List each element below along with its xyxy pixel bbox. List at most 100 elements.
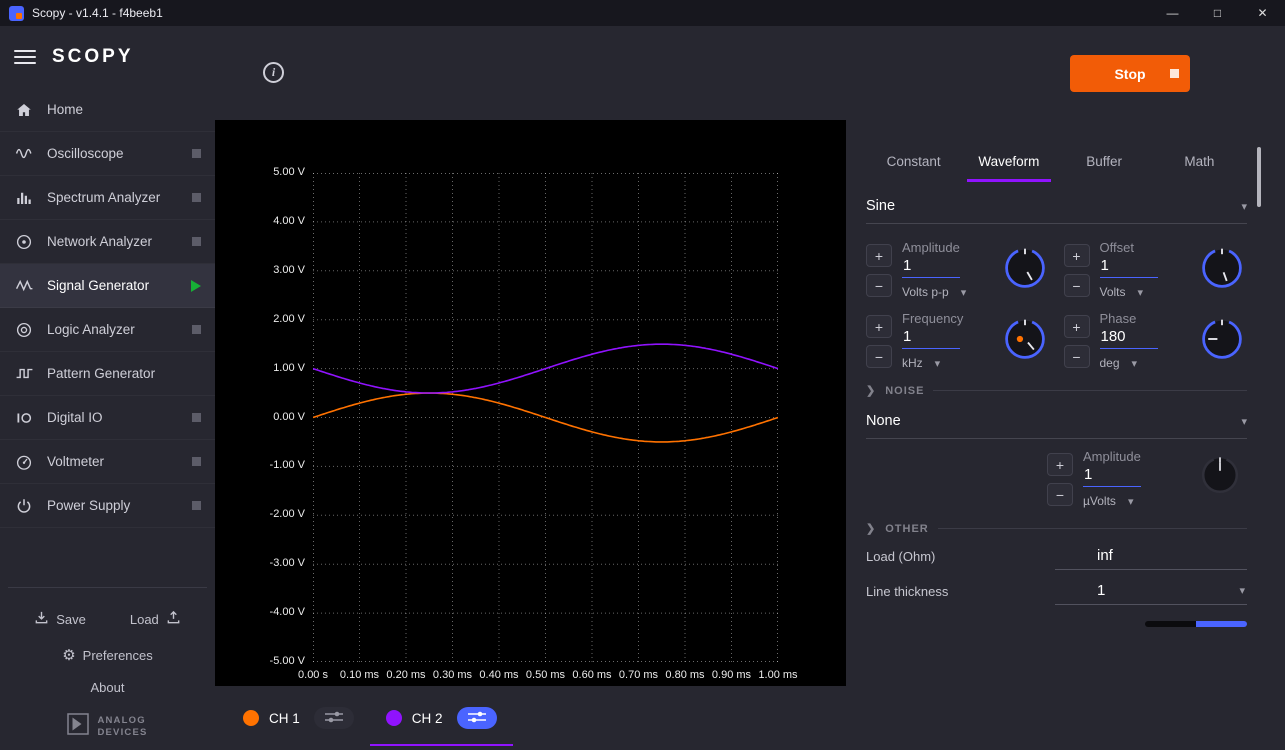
- sidebar-item-network-analyzer[interactable]: Network Analyzer: [0, 220, 215, 264]
- sidebar-item-signal-generator[interactable]: Signal Generator: [0, 264, 215, 308]
- frequency-knob[interactable]: [1002, 311, 1050, 367]
- oscilloscope-plot[interactable]: 5.00 V4.00 V3.00 V2.00 V1.00 V0.00 V-1.0…: [215, 120, 846, 686]
- sidebar-item-spectrum-analyzer[interactable]: Spectrum Analyzer: [0, 176, 215, 220]
- tab-constant[interactable]: Constant: [866, 140, 961, 182]
- phase-label: Phase: [1100, 311, 1192, 326]
- tab-math[interactable]: Math: [1152, 140, 1247, 182]
- phase-increment-button[interactable]: +: [1064, 315, 1090, 338]
- chevron-down-icon: ▾: [1239, 584, 1245, 597]
- close-button[interactable]: ✕: [1240, 0, 1285, 26]
- frequency-increment-button[interactable]: +: [866, 315, 892, 338]
- offset-knob[interactable]: [1199, 240, 1247, 296]
- sidebar-item-pattern-generator[interactable]: Pattern Generator: [0, 352, 215, 396]
- sidebar-item-voltmeter[interactable]: Voltmeter: [0, 440, 215, 484]
- channel-ch-1[interactable]: CH 1: [227, 686, 370, 750]
- slider-thumb: [1196, 621, 1247, 627]
- tool-stopped-indicator-icon: [192, 457, 201, 466]
- offset-unit-select[interactable]: Volts▾: [1100, 285, 1192, 299]
- gear-icon: ⚙: [62, 646, 75, 664]
- other-section-label: OTHER: [885, 523, 929, 535]
- load-label: Load: [130, 612, 159, 627]
- waveform-type-select[interactable]: Sine ▾: [866, 198, 1247, 224]
- amplitude-decrement-button[interactable]: −: [866, 274, 892, 297]
- channel-bar: CH 1CH 2: [215, 686, 846, 750]
- sidebar-item-label: Pattern Generator: [47, 366, 155, 381]
- sidebar-item-label: Logic Analyzer: [47, 322, 135, 337]
- noise-amplitude-increment-button[interactable]: +: [1047, 453, 1073, 476]
- load-ohm-field[interactable]: inf: [1055, 547, 1247, 570]
- amplitude-knob[interactable]: [1002, 240, 1050, 296]
- noise-amplitude-label: Amplitude: [1083, 449, 1191, 464]
- preferences-label: Preferences: [83, 648, 153, 663]
- stop-button[interactable]: Stop: [1070, 55, 1190, 92]
- noise-amplitude-steppers: +−: [1047, 449, 1075, 506]
- noise-section-header[interactable]: ❯ NOISE: [866, 384, 1247, 397]
- channel-ch-2[interactable]: CH 2: [370, 686, 513, 750]
- noise-amplitude-value-input[interactable]: 1: [1083, 464, 1141, 487]
- x-axis-tick-label: 0.80 ms: [661, 669, 709, 681]
- about-button[interactable]: About: [0, 680, 215, 695]
- offset-steppers: +−: [1064, 240, 1092, 297]
- phase-unit-select[interactable]: deg▾: [1100, 356, 1192, 370]
- tool-stopped-indicator-icon: [192, 413, 201, 422]
- y-axis-tick-label: -3.00 V: [215, 557, 305, 569]
- sidebar-item-digital-io[interactable]: Digital IO: [0, 396, 215, 440]
- x-axis-tick-label: 0.70 ms: [615, 669, 663, 681]
- noise-type-value: None: [866, 413, 901, 429]
- maximize-button[interactable]: □: [1195, 0, 1240, 26]
- stop-state-square-icon: [1170, 69, 1179, 78]
- phase-decrement-button[interactable]: −: [1064, 345, 1090, 368]
- load-button[interactable]: Load: [130, 610, 181, 628]
- line-thickness-select[interactable]: 1 ▾: [1055, 582, 1247, 605]
- load-icon: [166, 610, 181, 628]
- info-icon[interactable]: i: [263, 62, 284, 83]
- sidebar-item-oscilloscope[interactable]: Oscilloscope: [0, 132, 215, 176]
- amplitude-control: +−Amplitude1Volts p-p▾: [866, 240, 1050, 299]
- save-label: Save: [56, 612, 86, 627]
- sidebar-menu: HomeOscilloscopeSpectrum AnalyzerNetwork…: [0, 88, 215, 528]
- noise-amplitude-decrement-button[interactable]: −: [1047, 483, 1073, 506]
- channel-settings-toggle[interactable]: [314, 707, 354, 729]
- tab-waveform[interactable]: Waveform: [961, 140, 1056, 182]
- save-icon: [34, 610, 49, 628]
- plot-grid: [313, 173, 778, 662]
- phase-value-input[interactable]: 180: [1100, 326, 1158, 349]
- sidebar-item-power-supply[interactable]: Power Supply: [0, 484, 215, 528]
- frequency-unit-select[interactable]: kHz▾: [902, 356, 994, 370]
- panel-scrollbar[interactable]: [1257, 147, 1261, 207]
- offset-value-input[interactable]: 1: [1100, 255, 1158, 278]
- phase-knob[interactable]: [1199, 311, 1247, 367]
- sidebar-item-home[interactable]: Home: [0, 88, 215, 132]
- digital-io-icon: [14, 408, 34, 428]
- x-axis-tick-label: 0.00 s: [289, 669, 337, 681]
- offset-control: +−Offset1Volts▾: [1064, 240, 1248, 299]
- noise-amplitude-knob[interactable]: [1199, 449, 1247, 501]
- title-bar[interactable]: Scopy - v1.4.1 - f4beeb1 — □ ✕: [0, 0, 1285, 26]
- frequency-value-input[interactable]: 1: [902, 326, 960, 349]
- offset-decrement-button[interactable]: −: [1064, 274, 1090, 297]
- noise-type-select[interactable]: None ▾: [866, 413, 1247, 439]
- tab-buffer[interactable]: Buffer: [1057, 140, 1152, 182]
- amplitude-value-input[interactable]: 1: [902, 255, 960, 278]
- noise-amplitude-unit-select[interactable]: µVolts▾: [1083, 494, 1191, 508]
- preferences-button[interactable]: ⚙ Preferences: [0, 646, 215, 664]
- offset-increment-button[interactable]: +: [1064, 244, 1090, 267]
- amplitude-unit-select[interactable]: Volts p-p▾: [902, 285, 994, 299]
- logic-analyzer-icon: [14, 320, 34, 340]
- waveform-type-value: Sine: [866, 198, 895, 214]
- channel-settings-toggle[interactable]: [457, 707, 497, 729]
- amplitude-increment-button[interactable]: +: [866, 244, 892, 267]
- minimize-button[interactable]: —: [1150, 0, 1195, 26]
- hamburger-menu-icon[interactable]: [14, 50, 36, 64]
- spectrum-icon: [14, 188, 34, 208]
- frequency-decrement-button[interactable]: −: [866, 345, 892, 368]
- pan-zoom-slider[interactable]: [1145, 621, 1247, 627]
- sidebar-item-logic-analyzer[interactable]: Logic Analyzer: [0, 308, 215, 352]
- save-button[interactable]: Save: [34, 610, 86, 628]
- other-section-header[interactable]: ❯ OTHER: [866, 522, 1247, 535]
- amplitude-steppers: +−: [866, 240, 894, 297]
- chevron-down-icon: ▾: [1138, 286, 1144, 299]
- x-axis-tick-label: 0.90 ms: [708, 669, 756, 681]
- slider-track: [1145, 621, 1196, 627]
- x-axis-tick-label: 0.50 ms: [522, 669, 570, 681]
